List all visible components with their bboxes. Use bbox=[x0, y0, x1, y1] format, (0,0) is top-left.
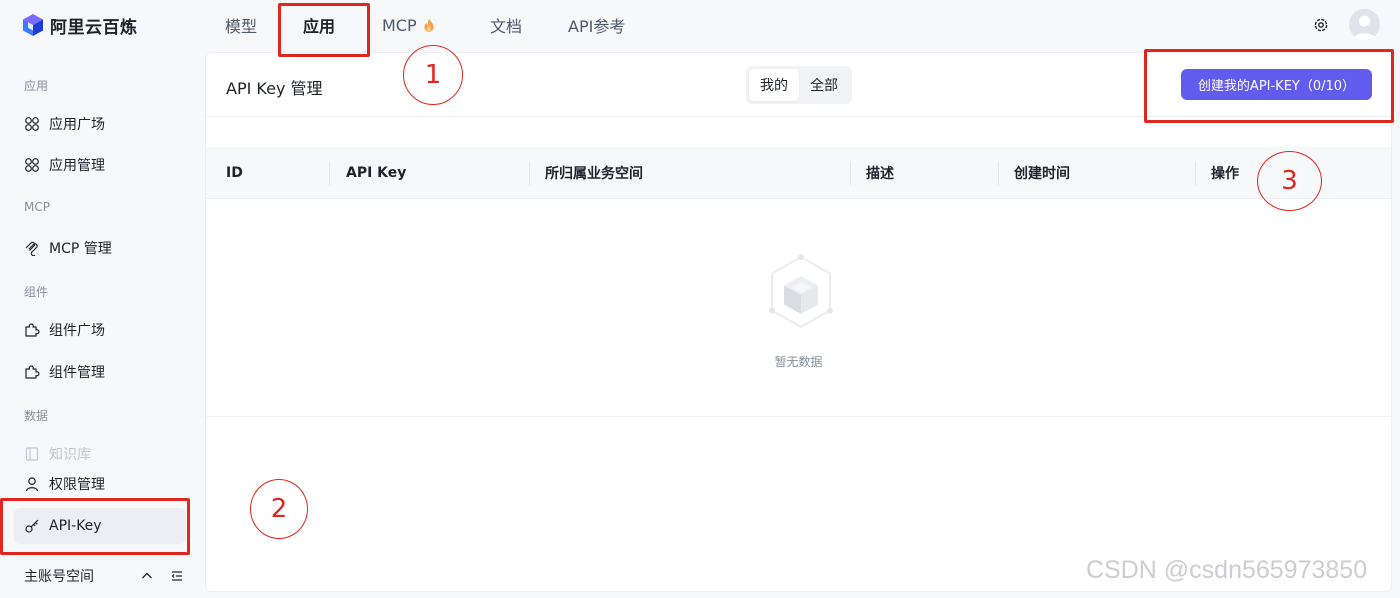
column-header-description: 描述 bbox=[866, 166, 894, 182]
annotation-circle-2: 2 bbox=[250, 479, 308, 539]
annotation-box-apps-tab bbox=[278, 3, 370, 57]
nav-item-label: MCP bbox=[382, 15, 417, 35]
nav-item-api-reference[interactable]: API参考 bbox=[568, 13, 625, 37]
annotation-box-api-key-item bbox=[0, 498, 190, 555]
sidebar-section-data: 数据 bbox=[24, 409, 49, 423]
nav-item-label: API参考 bbox=[568, 17, 626, 36]
annotation-box-create-button bbox=[1144, 49, 1394, 123]
sidebar-item-component-plaza[interactable]: 组件广场 bbox=[14, 312, 186, 348]
column-header-workspace: 所归属业务空间 bbox=[545, 166, 643, 182]
workspace-switcher[interactable]: 主账号空间 bbox=[24, 565, 184, 587]
column-divider bbox=[529, 161, 530, 185]
nav-item-label: 文档 bbox=[490, 17, 523, 36]
column-divider bbox=[850, 161, 851, 185]
sidebar-section-mcp: MCP bbox=[24, 200, 50, 214]
sidebar-item-label: 组件管理 bbox=[49, 365, 105, 381]
grid-clover-icon bbox=[25, 158, 39, 172]
sidebar-item-app-management[interactable]: 应用管理 bbox=[14, 147, 186, 183]
sidebar-item-label: MCP 管理 bbox=[49, 241, 112, 257]
api-key-panel: API Key 管理 我的 全部 创建我的API-KEY（0/10） ID AP… bbox=[205, 52, 1392, 592]
brand-logo-icon bbox=[23, 14, 43, 36]
empty-box-icon bbox=[769, 254, 833, 328]
column-divider bbox=[998, 161, 999, 185]
table-bottom-divider bbox=[206, 416, 1391, 417]
nav-item-models[interactable]: 模型 bbox=[225, 13, 257, 37]
table-header: ID API Key 所归属业务空间 描述 创建时间 操作 bbox=[206, 147, 1391, 199]
filter-option-mine[interactable]: 我的 bbox=[749, 69, 799, 101]
sidebar-item-app-plaza[interactable]: 应用广场 bbox=[14, 106, 186, 142]
annotation-circle-3: 3 bbox=[1257, 151, 1322, 211]
top-bar: 阿里云百炼 模型 应用 MCP 文档 API参考 bbox=[0, 0, 1400, 50]
user-avatar[interactable] bbox=[1349, 9, 1380, 40]
column-header-actions: 操作 bbox=[1211, 166, 1239, 182]
fire-icon bbox=[424, 18, 434, 32]
brand-name: 阿里云百炼 bbox=[50, 17, 138, 38]
page-title: API Key 管理 bbox=[226, 79, 323, 98]
sidebar-item-mcp-management[interactable]: MCP 管理 bbox=[14, 230, 186, 266]
sidebar-section-apps: 应用 bbox=[24, 79, 49, 93]
sidebar-item-label: 应用广场 bbox=[49, 117, 105, 133]
annotation-circle-1: 1 bbox=[403, 45, 463, 105]
nav-item-label: 模型 bbox=[225, 17, 258, 36]
csdn-watermark: CSDN @csdn565973850 bbox=[1086, 556, 1368, 584]
grid-clover-icon bbox=[25, 117, 39, 131]
sidebar-item-permission-management[interactable]: 权限管理 bbox=[14, 466, 186, 502]
sidebar-item-label: 应用管理 bbox=[49, 158, 105, 174]
empty-state-text: 暂无数据 bbox=[774, 355, 823, 369]
brand[interactable]: 阿里云百炼 bbox=[22, 12, 138, 38]
filter-option-all[interactable]: 全部 bbox=[799, 69, 849, 101]
puzzle-icon bbox=[25, 365, 40, 379]
sidebar-item-component-management[interactable]: 组件管理 bbox=[14, 354, 186, 390]
sidebar-item-label: 组件广场 bbox=[49, 323, 105, 339]
user-icon bbox=[25, 477, 39, 492]
ownership-filter: 我的 全部 bbox=[746, 66, 852, 104]
sidebar-section-components: 组件 bbox=[24, 285, 49, 299]
chevron-up-icon[interactable] bbox=[140, 569, 154, 583]
book-icon bbox=[25, 447, 39, 461]
collapse-sidebar-icon[interactable] bbox=[170, 569, 184, 583]
sidebar-item-label: 知识库 bbox=[49, 447, 91, 463]
workspace-label: 主账号空间 bbox=[24, 569, 94, 585]
nav-item-docs[interactable]: 文档 bbox=[490, 13, 522, 37]
puzzle-icon bbox=[25, 323, 40, 337]
column-header-api-key: API Key bbox=[346, 165, 407, 181]
app-root: 阿里云百炼 模型 应用 MCP 文档 API参考 应用 应用广场 应用管理 MC… bbox=[0, 0, 1400, 598]
column-header-created-time: 创建时间 bbox=[1014, 166, 1070, 182]
settings-gear-icon[interactable] bbox=[1312, 16, 1330, 34]
column-divider bbox=[1195, 161, 1196, 185]
sidebar-item-label: 权限管理 bbox=[49, 477, 105, 493]
column-header-id: ID bbox=[226, 165, 243, 181]
nav-item-mcp[interactable]: MCP bbox=[382, 13, 435, 37]
avatar-person-icon bbox=[1353, 15, 1376, 40]
column-divider bbox=[329, 161, 330, 185]
mcp-link-icon bbox=[25, 241, 38, 256]
